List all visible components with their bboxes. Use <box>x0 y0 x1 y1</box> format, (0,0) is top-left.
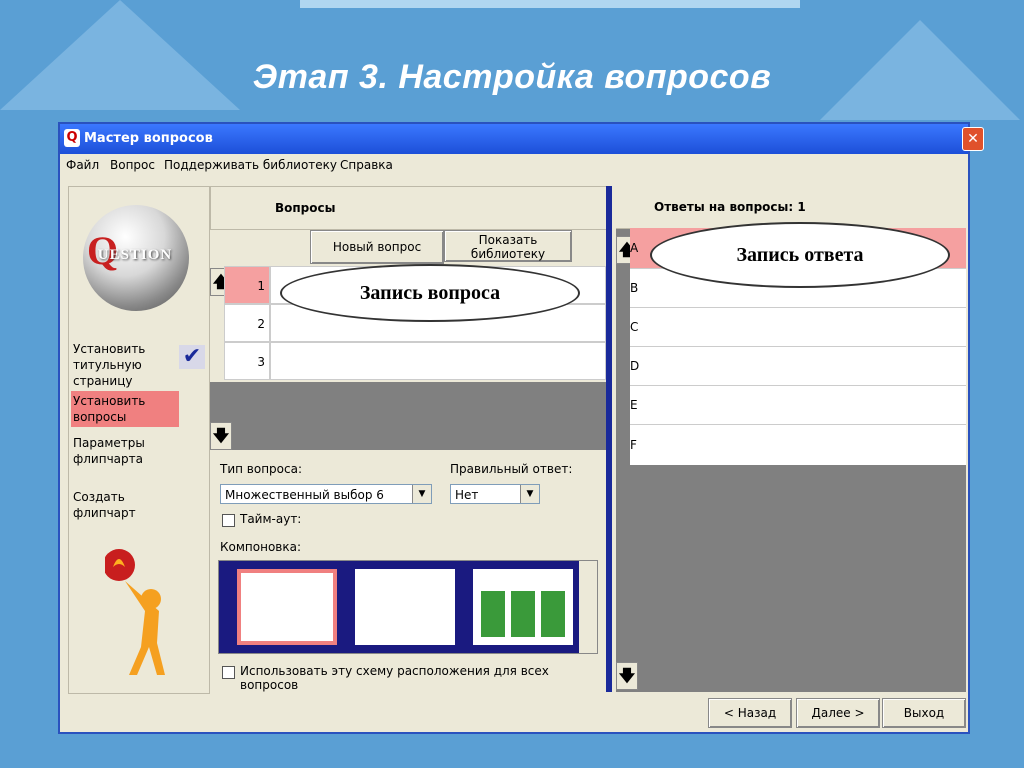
answer-row-label[interactable]: D <box>630 346 650 386</box>
menu-file[interactable]: Файл <box>66 158 99 172</box>
timeout-label: Тайм-аут: <box>240 512 302 526</box>
layout-option[interactable] <box>237 569 337 645</box>
layout-label: Компоновка: <box>220 540 302 554</box>
correct-label: Правильный ответ: <box>450 462 573 476</box>
close-icon[interactable]: ✕ <box>962 127 984 151</box>
steps-pane: Q UESTION Установить титульную страницу … <box>68 186 210 694</box>
question-row-cell[interactable] <box>270 342 606 380</box>
question-callout: Запись вопроса <box>280 264 580 322</box>
answers-pane: Ответы на вопросы: 1 🡅 A B C D E F 🡇 Зап… <box>616 186 966 692</box>
new-question-button[interactable]: Новый вопрос <box>310 230 444 264</box>
app-icon: Q <box>64 129 80 147</box>
logo-text: UESTION <box>97 247 173 263</box>
answer-row-label[interactable]: C <box>630 307 650 347</box>
answer-row-label[interactable]: F <box>630 424 650 465</box>
background-decoration <box>300 0 800 8</box>
type-select[interactable]: Множественный выбор 6 ▼ <box>220 484 432 504</box>
window-title: Мастер вопросов <box>84 131 213 146</box>
chevron-down-icon[interactable]: ▼ <box>412 485 431 503</box>
question-row-number[interactable]: 1 <box>224 266 270 304</box>
type-value: Множественный выбор 6 <box>225 488 384 502</box>
arrow-down-icon[interactable]: 🡇 <box>616 662 638 690</box>
use-layout-checkbox[interactable] <box>222 666 235 679</box>
answer-row-cell[interactable] <box>650 346 966 386</box>
correct-select[interactable]: Нет ▼ <box>450 484 540 504</box>
wizard-window: Q Мастер вопросов ✕ Файл Вопрос Поддержи… <box>58 122 984 734</box>
menu-question[interactable]: Вопрос <box>110 158 155 172</box>
answer-row-label[interactable]: B <box>630 268 650 308</box>
question-row-number[interactable]: 2 <box>224 304 270 342</box>
layout-option[interactable] <box>355 569 455 645</box>
answer-row-label[interactable]: A <box>630 228 650 268</box>
step-title-page[interactable]: Установить титульную страницу <box>71 339 179 391</box>
question-row-number[interactable]: 3 <box>224 342 270 380</box>
exit-button[interactable]: Выход <box>882 698 966 728</box>
menu-help[interactable]: Справка <box>340 158 393 172</box>
answer-row-cell[interactable] <box>650 307 966 347</box>
correct-value: Нет <box>455 488 479 502</box>
step-flipchart-params[interactable]: Параметры флипчарта <box>71 433 179 469</box>
next-button[interactable]: Далее > <box>796 698 880 728</box>
questions-empty-area <box>210 382 606 450</box>
menu-bar: Файл Вопрос Поддерживать библиотеку Спра… <box>60 154 966 176</box>
answer-callout: Запись ответа <box>650 222 950 288</box>
step-create-flipchart[interactable]: Создать флипчарт <box>71 487 179 523</box>
questions-grid-header: Вопросы <box>210 186 608 230</box>
menu-library[interactable]: Поддерживать библиотеку <box>164 158 337 172</box>
layout-option[interactable] <box>473 569 573 645</box>
checkmark-icon: ✔ <box>179 345 205 369</box>
answers-header: Ответы на вопросы: 1 <box>654 200 806 214</box>
timeout-checkbox[interactable] <box>222 514 235 527</box>
answer-row-cell[interactable] <box>650 385 966 425</box>
type-label: Тип вопроса: <box>220 462 303 476</box>
layout-gallery <box>218 560 598 654</box>
use-layout-label: Использовать эту схему расположения для … <box>240 664 549 692</box>
show-library-button[interactable]: Показать библиотеку <box>444 230 572 262</box>
layout-scrollbar[interactable] <box>579 561 597 653</box>
arrow-down-icon[interactable]: 🡇 <box>210 422 232 450</box>
window-titlebar[interactable]: Q Мастер вопросов ✕ <box>60 124 984 154</box>
mascot-icon <box>105 549 165 675</box>
questions-header: Вопросы <box>275 201 336 215</box>
pane-divider[interactable] <box>606 186 612 692</box>
slide-title: Этап 3. Настройка вопросов <box>252 58 772 96</box>
back-button[interactable]: < Назад <box>708 698 792 728</box>
chevron-down-icon[interactable]: ▼ <box>520 485 539 503</box>
answer-row-cell[interactable] <box>650 424 966 465</box>
answer-row-label[interactable]: E <box>630 385 650 425</box>
questions-pane: Вопросы Новый вопрос Показать библиотеку… <box>210 186 608 692</box>
step-questions[interactable]: Установить вопросы <box>71 391 179 427</box>
